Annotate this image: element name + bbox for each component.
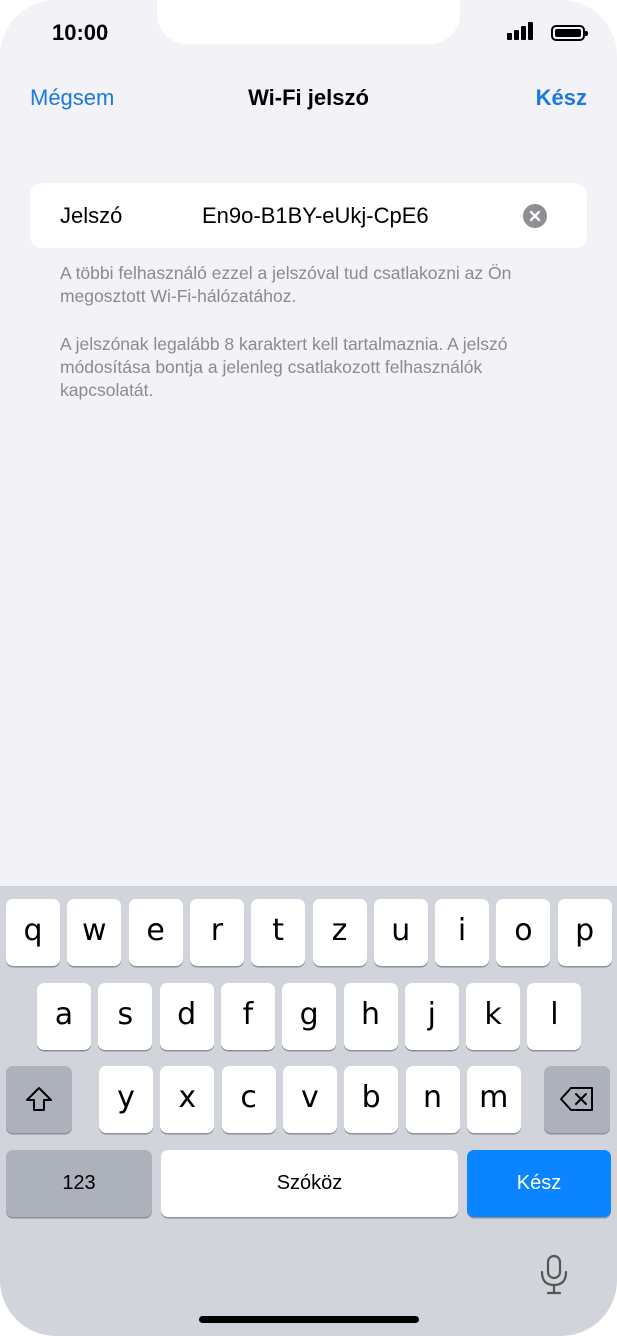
- password-label: Jelszó: [60, 203, 123, 228]
- key-p[interactable]: p: [557, 899, 612, 966]
- key-s[interactable]: s: [98, 983, 153, 1050]
- password-field[interactable]: Jelszó En9o-B1BY-eUkj-CpE6: [30, 183, 587, 248]
- status-icons: [507, 22, 588, 46]
- key-i[interactable]: i: [435, 899, 490, 966]
- done-button[interactable]: Kész: [536, 85, 587, 111]
- key-v[interactable]: v: [282, 1066, 337, 1133]
- key-o[interactable]: o: [496, 899, 551, 966]
- backspace-key[interactable]: [544, 1066, 610, 1133]
- key-e[interactable]: e: [128, 899, 183, 966]
- notch: [157, 0, 460, 44]
- space-key[interactable]: Szóköz: [161, 1150, 458, 1217]
- battery-icon: [551, 25, 588, 41]
- key-w[interactable]: w: [67, 899, 122, 966]
- key-u[interactable]: u: [373, 899, 428, 966]
- key-t[interactable]: t: [251, 899, 306, 966]
- home-indicator: [199, 1316, 419, 1323]
- info-note-requirements: A jelszónak legalább 8 karaktert kell ta…: [60, 334, 508, 400]
- key-n[interactable]: n: [405, 1066, 460, 1133]
- keyboard: qwertzuiop asdfghjkl yxcvbnm 123 Szóköz …: [0, 886, 617, 1336]
- key-l[interactable]: l: [527, 983, 582, 1050]
- key-c[interactable]: c: [221, 1066, 276, 1133]
- key-f[interactable]: f: [220, 983, 275, 1050]
- backspace-icon: [560, 1087, 593, 1111]
- key-y[interactable]: y: [99, 1066, 153, 1133]
- shift-key[interactable]: [6, 1066, 72, 1133]
- key-x[interactable]: x: [160, 1066, 215, 1133]
- key-z[interactable]: z: [312, 899, 367, 966]
- key-b[interactable]: b: [344, 1066, 399, 1133]
- microphone-icon[interactable]: [537, 1253, 571, 1297]
- return-key[interactable]: Kész: [467, 1150, 611, 1217]
- key-d[interactable]: d: [159, 983, 214, 1050]
- info-note-sharing: A többi felhasználó ezzel a jelszóval tu…: [60, 263, 512, 306]
- numbers-key[interactable]: 123: [6, 1150, 152, 1217]
- password-input[interactable]: En9o-B1BY-eUkj-CpE6: [202, 203, 429, 229]
- key-q[interactable]: q: [6, 899, 60, 966]
- key-j[interactable]: j: [404, 983, 459, 1050]
- key-r[interactable]: r: [189, 899, 244, 966]
- clear-circle-icon[interactable]: [523, 204, 547, 228]
- key-k[interactable]: k: [466, 983, 521, 1050]
- key-h[interactable]: h: [343, 983, 398, 1050]
- shift-icon: [26, 1087, 52, 1111]
- key-a[interactable]: a: [37, 983, 91, 1050]
- status-time: 10:00: [52, 20, 109, 45]
- key-g[interactable]: g: [282, 983, 337, 1050]
- page-title: Wi-Fi jelszó: [248, 85, 369, 110]
- key-m[interactable]: m: [466, 1066, 521, 1133]
- phone-screen: 10:00 Mégsem Wi-Fi jelszó Kész Jelszó En…: [0, 0, 617, 1336]
